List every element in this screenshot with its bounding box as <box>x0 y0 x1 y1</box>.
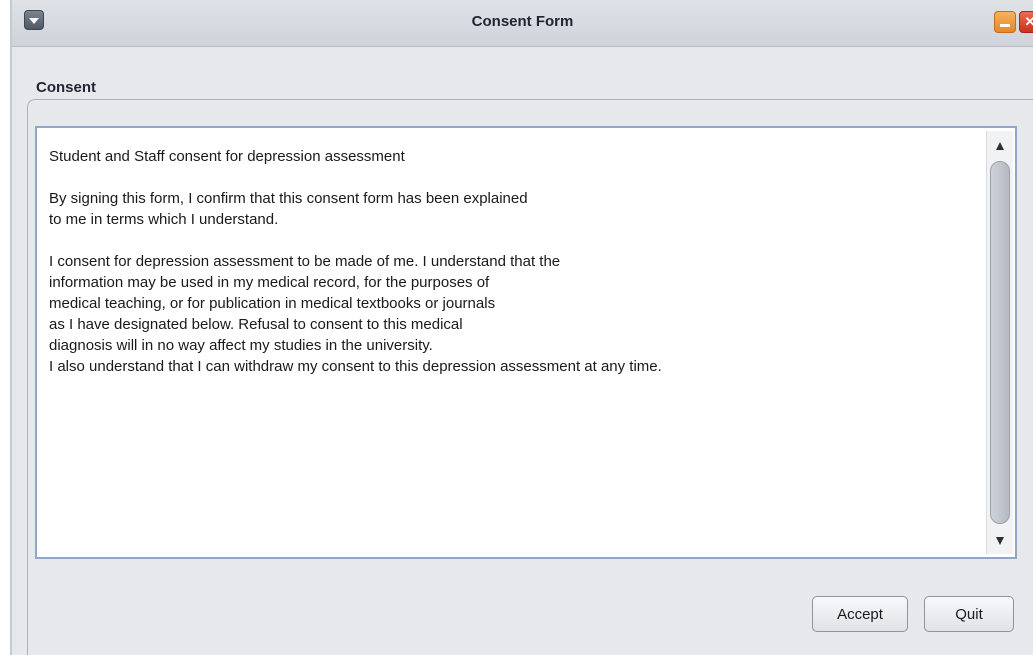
consent-section-label: Consent <box>36 79 96 96</box>
consent-text-line: I consent for depression assessment to b… <box>49 253 561 270</box>
consent-text-line: Student and Staff consent for depression… <box>49 148 405 165</box>
consent-text-line: information may be used in my medical re… <box>49 274 490 291</box>
consent-text-area[interactable]: Student and Staff consent for depression… <box>49 146 979 557</box>
consent-text-line: diagnosis will in no way affect my studi… <box>49 337 433 354</box>
scroll-up-arrow-icon[interactable] <box>987 135 1013 157</box>
consent-text-line: as I have designated below. Refusal to c… <box>49 316 463 333</box>
consent-text-scroll-pane[interactable]: Student and Staff consent for depression… <box>35 126 1017 559</box>
vertical-scrollbar[interactable] <box>986 131 1013 554</box>
quit-button[interactable]: Quit <box>924 596 1014 632</box>
window-controls: ✕ <box>994 11 1033 33</box>
minimize-icon[interactable] <box>994 11 1016 33</box>
window-title: Consent Form <box>471 13 574 30</box>
close-icon[interactable]: ✕ <box>1019 11 1033 33</box>
consent-text-line: I also understand that I can withdraw my… <box>49 358 662 375</box>
accept-button[interactable]: Accept <box>812 596 908 632</box>
consent-text-line: By signing this form, I confirm that thi… <box>49 190 528 207</box>
consent-text-line: to me in terms which I understand. <box>49 211 279 228</box>
title-bar[interactable]: Consent Form ✕ <box>12 0 1033 47</box>
scrollbar-thumb[interactable] <box>990 161 1010 524</box>
consent-text-line: medical teaching, or for publication in … <box>49 295 496 312</box>
scroll-down-arrow-icon[interactable] <box>987 530 1013 552</box>
